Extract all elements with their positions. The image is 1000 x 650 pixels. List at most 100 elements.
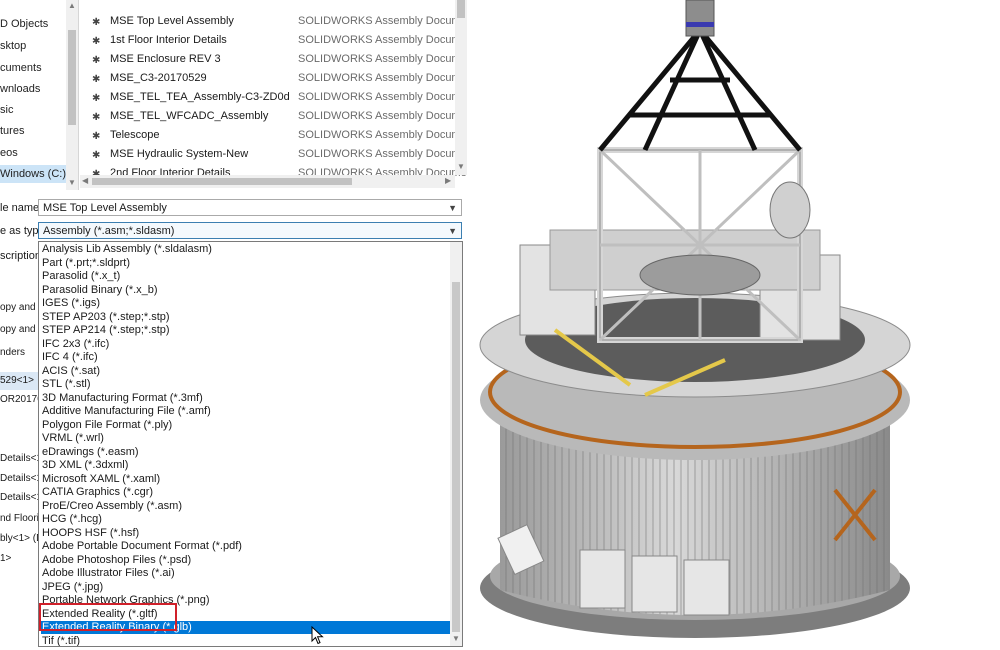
nav-scroll-thumb[interactable] bbox=[68, 30, 76, 125]
nav-item-desktop[interactable]: sktop bbox=[0, 37, 26, 55]
tree-item[interactable]: nders bbox=[0, 347, 25, 358]
file-name: Telescope bbox=[110, 129, 160, 141]
solidworks-assembly-icon: ✱ bbox=[92, 74, 101, 85]
type-option[interactable]: ACIS (*.sat) bbox=[41, 365, 100, 378]
file-list-hscrollbar[interactable]: ◀ ▶ bbox=[80, 175, 455, 188]
type-option[interactable]: Part (*.prt;*.sldprt) bbox=[41, 257, 130, 270]
solidworks-assembly-icon: ✱ bbox=[92, 131, 101, 142]
type-option[interactable]: Parasolid Binary (*.x_b) bbox=[41, 284, 158, 297]
save-as-type-select[interactable]: Assembly (*.asm;*.sldasm) ▼ bbox=[38, 222, 462, 239]
file-name-value: MSE Top Level Assembly bbox=[43, 202, 167, 214]
dropdown-scroll-thumb[interactable] bbox=[452, 282, 460, 632]
type-option[interactable]: STEP AP203 (*.step;*.stp) bbox=[41, 311, 170, 324]
tree-item[interactable]: 529<1> bbox=[0, 375, 34, 386]
file-list-vscrollbar[interactable]: ▼ bbox=[455, 0, 467, 175]
file-type: SOLIDWORKS Assembly Document bbox=[298, 53, 467, 65]
vent bbox=[579, 549, 626, 609]
dropdown-scrollbar[interactable]: ▼ bbox=[450, 242, 462, 646]
type-option[interactable]: 3D Manufacturing Format (*.3mf) bbox=[41, 392, 203, 405]
file-type: SOLIDWORKS Assembly Document bbox=[298, 129, 467, 141]
save-as-type-dropdown-list: Analysis Lib Assembly (*.sldalasm) Part … bbox=[38, 241, 463, 647]
chevron-down-icon[interactable]: ▼ bbox=[448, 200, 457, 217]
solidworks-assembly-icon: ✱ bbox=[92, 93, 101, 104]
scroll-left-icon[interactable]: ◀ bbox=[82, 176, 88, 185]
scroll-up-icon[interactable]: ▲ bbox=[68, 1, 76, 10]
top-end bbox=[685, 0, 715, 37]
file-row[interactable]: ✱ MSE Hydraulic System-New SOLIDWORKS Asse… bbox=[92, 145, 467, 164]
type-option[interactable]: IFC 4 (*.ifc) bbox=[41, 351, 98, 364]
type-option[interactable]: Extended Reality (*.gltf) bbox=[41, 608, 158, 621]
file-row[interactable]: ✱ 1st Floor Interior Details SOLIDWORKS As… bbox=[92, 31, 467, 50]
type-option[interactable]: ProE/Creo Assembly (*.asm) bbox=[41, 500, 182, 513]
file-row[interactable]: ✱ MSE_C3-20170529 SOLIDWORKS Assembly Docu… bbox=[92, 69, 467, 88]
file-name-label: le name: bbox=[0, 202, 43, 214]
nav-item-documents[interactable]: cuments bbox=[0, 59, 42, 77]
file-name-field[interactable]: MSE Top Level Assembly ▼ bbox=[38, 199, 462, 216]
type-option[interactable]: eDrawings (*.easm) bbox=[41, 446, 139, 459]
type-option[interactable]: IGES (*.igs) bbox=[41, 297, 100, 310]
solidworks-assembly-icon: ✱ bbox=[92, 150, 101, 161]
nav-scrollbar[interactable]: ▲ ▼ bbox=[66, 0, 78, 190]
file-row[interactable]: ✱ MSE Top Level Assembly SOLIDWORKS Assemb… bbox=[92, 12, 467, 31]
type-option[interactable]: Adobe Portable Document Format (*.pdf) bbox=[41, 540, 242, 553]
type-option[interactable]: Adobe Photoshop Files (*.psd) bbox=[41, 554, 191, 567]
file-type: SOLIDWORKS Assembly Document bbox=[298, 34, 467, 46]
type-option[interactable]: Portable Network Graphics (*.png) bbox=[41, 594, 210, 607]
type-option[interactable]: IFC 2x3 (*.ifc) bbox=[41, 338, 109, 351]
type-option[interactable]: Microsoft XAML (*.xaml) bbox=[41, 473, 160, 486]
type-option[interactable]: 3D XML (*.3dxml) bbox=[41, 459, 128, 472]
type-option-highlighted[interactable]: Extended Reality Binary (*.glb) bbox=[41, 621, 450, 634]
vent bbox=[631, 555, 678, 613]
type-option[interactable]: Tif (*.tif) bbox=[41, 635, 80, 647]
file-type: SOLIDWORKS Assembly Document bbox=[298, 91, 467, 103]
file-row[interactable]: ✱ Telescope SOLIDWORKS Assembly Document bbox=[92, 126, 467, 145]
nav-item-windows-c[interactable]: Windows (C:) bbox=[0, 165, 66, 183]
type-option[interactable]: Parasolid (*.x_t) bbox=[41, 270, 120, 283]
tree-item[interactable]: bly<1> (D bbox=[0, 533, 43, 544]
tree-item[interactable]: opy and c bbox=[0, 324, 43, 335]
file-row[interactable]: ✱ MSE_TEL_WFCADC_Assembly SOLIDWORKS Assem… bbox=[92, 107, 467, 126]
solidworks-assembly-icon: ✱ bbox=[92, 36, 101, 47]
nav-item-videos[interactable]: eos bbox=[0, 144, 18, 162]
frame-bracing bbox=[598, 148, 802, 342]
mouse-pointer-icon bbox=[311, 626, 324, 645]
type-option[interactable]: STL (*.stl) bbox=[41, 378, 91, 391]
file-name: MSE Hydraulic System-New bbox=[110, 148, 249, 160]
scroll-down-icon[interactable]: ▼ bbox=[68, 178, 76, 187]
file-type: SOLIDWORKS Assembly Document bbox=[298, 72, 467, 84]
feature-tree: scription: opy and c opy and c nders 529… bbox=[0, 240, 52, 650]
file-name: MSE_TEL_TEA_Assembly-C3-ZD0d bbox=[110, 91, 290, 103]
type-option[interactable]: Additive Manufacturing File (*.amf) bbox=[41, 405, 211, 418]
scroll-right-icon[interactable]: ▶ bbox=[445, 176, 451, 185]
nav-item-music[interactable]: sic bbox=[0, 101, 13, 119]
solidworks-assembly-icon: ✱ bbox=[92, 17, 101, 28]
file-type: SOLIDWORKS Assembly Document bbox=[298, 110, 467, 122]
type-option[interactable]: HOOPS HSF (*.hsf) bbox=[41, 527, 139, 540]
type-option[interactable]: HCG (*.hcg) bbox=[41, 513, 102, 526]
file-name: MSE_TEL_WFCADC_Assembly bbox=[110, 110, 269, 122]
scroll-down-icon[interactable]: ▼ bbox=[457, 162, 465, 171]
nav-item-3d-objects[interactable]: D Objects bbox=[0, 15, 48, 33]
type-option[interactable]: JPEG (*.jpg) bbox=[41, 581, 103, 594]
type-option[interactable]: Polygon File Format (*.ply) bbox=[41, 419, 172, 432]
nav-item-pictures[interactable]: tures bbox=[0, 122, 24, 140]
file-list-hscroll-thumb[interactable] bbox=[92, 178, 352, 185]
file-row[interactable]: ✱ MSE_TEL_TEA_Assembly-C3-ZD0d SOLIDWORKS … bbox=[92, 88, 467, 107]
file-type: SOLIDWORKS Assembly Document bbox=[298, 148, 467, 160]
type-option[interactable]: VRML (*.wrl) bbox=[41, 432, 104, 445]
tree-item[interactable]: opy and c bbox=[0, 302, 43, 313]
chevron-down-icon[interactable]: ▼ bbox=[448, 223, 457, 240]
type-option[interactable]: Adobe Illustrator Files (*.ai) bbox=[41, 567, 175, 580]
type-option[interactable]: CATIA Graphics (*.cgr) bbox=[41, 486, 153, 499]
nav-item-downloads[interactable]: wnloads bbox=[0, 80, 40, 98]
type-option[interactable]: STEP AP214 (*.step;*.stp) bbox=[41, 324, 170, 337]
tree-item[interactable]: Details<1 bbox=[0, 473, 42, 484]
scroll-down-icon[interactable]: ▼ bbox=[452, 634, 460, 643]
type-option[interactable]: Analysis Lib Assembly (*.sldalasm) bbox=[41, 243, 212, 256]
file-row[interactable]: ✱ MSE Enclosure REV 3 SOLIDWORKS Assembly … bbox=[92, 50, 467, 69]
navigation-pane: D Objects sktop cuments wnloads sic ture… bbox=[0, 0, 79, 190]
tree-item[interactable]: 1> bbox=[0, 553, 11, 564]
spider-truss bbox=[598, 28, 802, 152]
file-name: MSE_C3-20170529 bbox=[110, 72, 207, 84]
file-list-vscroll-thumb[interactable] bbox=[457, 0, 465, 18]
